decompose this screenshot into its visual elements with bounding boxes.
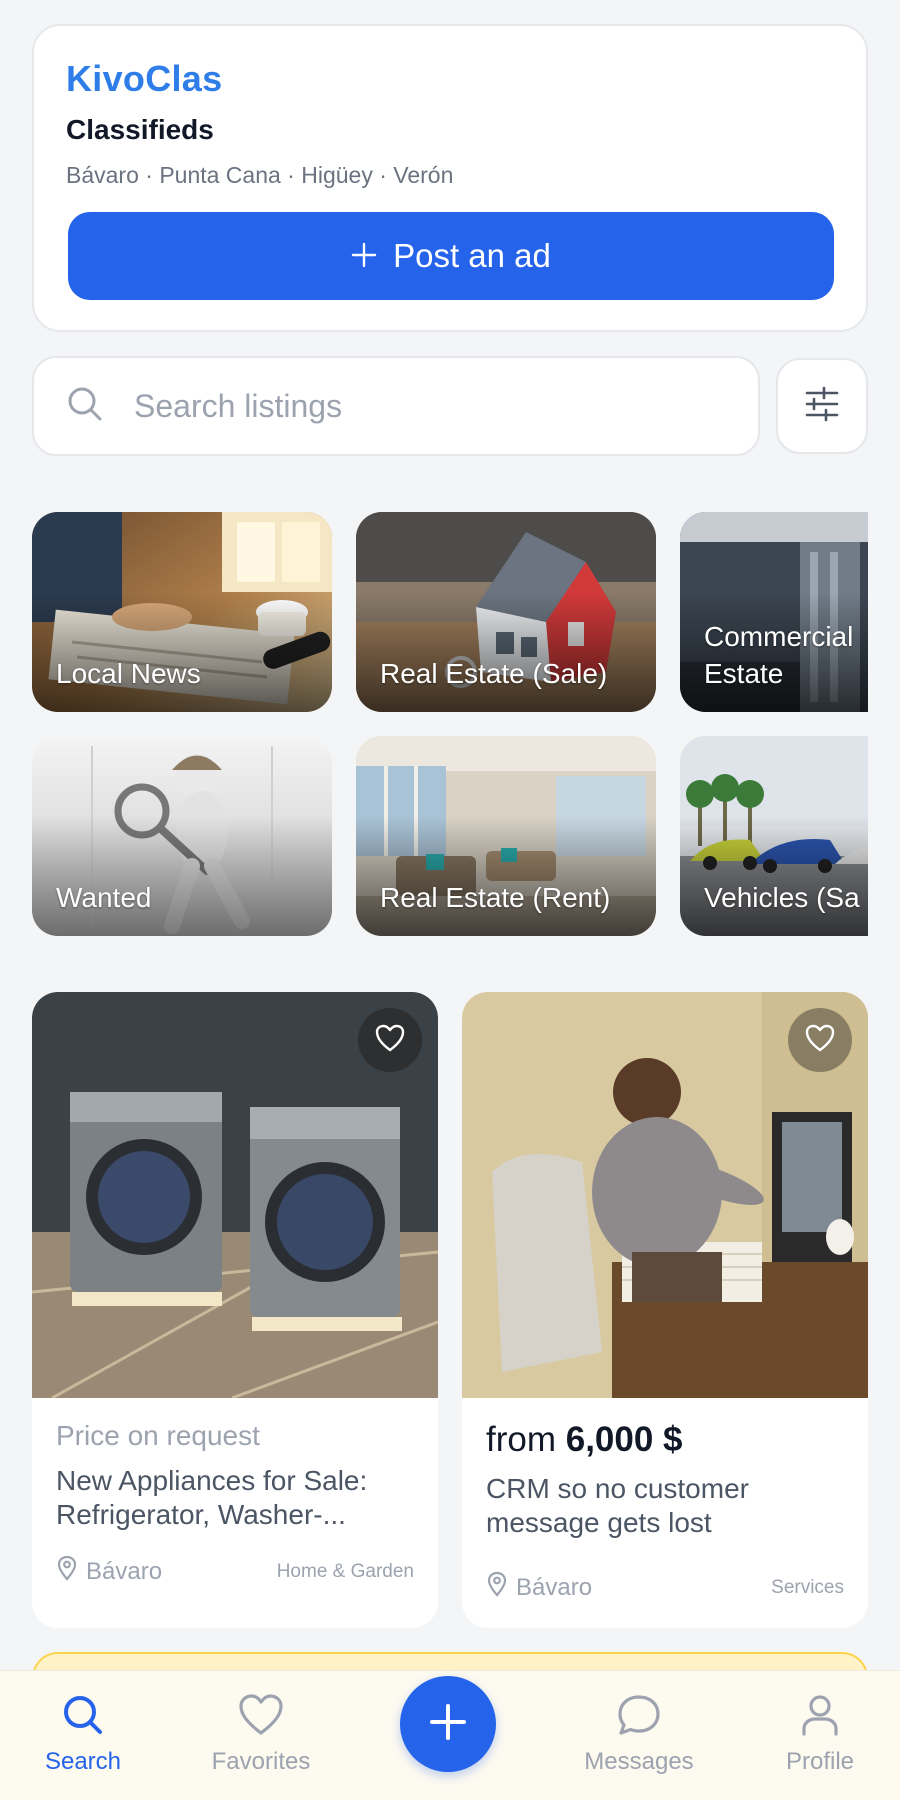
search-input[interactable] — [134, 387, 694, 425]
nav-messages[interactable]: Messages — [564, 1693, 714, 1776]
nav-label: Favorites — [211, 1748, 311, 1775]
listing-location: Bávaro — [516, 1573, 593, 1601]
category-label: Vehicles (Sa — [704, 881, 860, 913]
category-label: Commercial Estate — [704, 621, 854, 689]
brand-logo[interactable]: KivoClas — [66, 58, 834, 100]
category-commercial-estate[interactable]: Commercial Estate — [680, 512, 868, 712]
heart-icon — [375, 1024, 405, 1057]
plus-icon — [428, 1702, 468, 1747]
listing-price: Price on request — [56, 1420, 260, 1451]
category-carousel[interactable]: Local News Real Estate (Sale) Commercial… — [32, 512, 868, 936]
search-bar — [32, 356, 760, 456]
nav-label: Profile — [785, 1748, 855, 1775]
chat-bubble-icon — [616, 1693, 662, 1742]
category-local-news[interactable]: Local News — [32, 512, 332, 712]
listing-title: New Appliances for Sale: Refrigerator, W… — [56, 1465, 368, 1531]
listing-title: CRM so no customer message gets lost — [486, 1473, 749, 1539]
city-list: Bávaro · Punta Cana · Higüey · Verón — [66, 162, 454, 188]
heart-icon — [805, 1024, 835, 1057]
listing-card[interactable]: Price on request New Appliances for Sale… — [32, 992, 438, 1628]
listing-category: Services — [771, 1576, 844, 1598]
listing-price: from 6,000 $ — [486, 1420, 683, 1459]
user-icon — [798, 1693, 842, 1742]
favorite-button[interactable] — [358, 1008, 422, 1072]
heart-icon — [238, 1693, 284, 1742]
post-ad-button[interactable]: Post an ad — [68, 212, 834, 300]
search-icon — [61, 1693, 105, 1742]
nav-search[interactable]: Search — [8, 1693, 158, 1776]
category-wanted[interactable]: Wanted — [32, 736, 332, 936]
location-pin-icon — [486, 1571, 508, 1604]
post-ad-label: Post an ad — [393, 237, 551, 274]
plus-icon — [351, 235, 377, 278]
listing-category: Home & Garden — [276, 1560, 414, 1582]
nav-label: Messages — [584, 1748, 694, 1775]
nav-profile[interactable]: Profile — [745, 1693, 895, 1776]
category-real-estate-sale[interactable]: Real Estate (Sale) — [356, 512, 656, 712]
category-vehicles-sale[interactable]: Vehicles (Sa — [680, 736, 868, 936]
favorite-button[interactable] — [788, 1008, 852, 1072]
add-listing-button[interactable] — [400, 1676, 496, 1772]
sliders-icon — [804, 386, 840, 427]
nav-label: Search — [44, 1748, 122, 1775]
listing-location: Bávaro — [86, 1557, 163, 1585]
category-label: Real Estate (Sale) — [380, 657, 608, 689]
category-label: Local News — [56, 657, 201, 689]
category-real-estate-rent[interactable]: Real Estate (Rent) — [356, 736, 656, 936]
location-pin-icon — [56, 1555, 78, 1588]
filter-button[interactable] — [776, 358, 868, 454]
category-label: Real Estate (Rent) — [380, 881, 611, 913]
category-label: Wanted — [56, 881, 152, 913]
search-icon — [66, 385, 104, 428]
nav-favorites[interactable]: Favorites — [186, 1693, 336, 1776]
page-subtitle: Classifieds — [66, 114, 214, 145]
listing-card[interactable]: from 6,000 $ CRM so no customer message … — [462, 992, 868, 1628]
header-card: KivoClas Classifieds Bávaro · Punta Cana… — [32, 24, 868, 332]
